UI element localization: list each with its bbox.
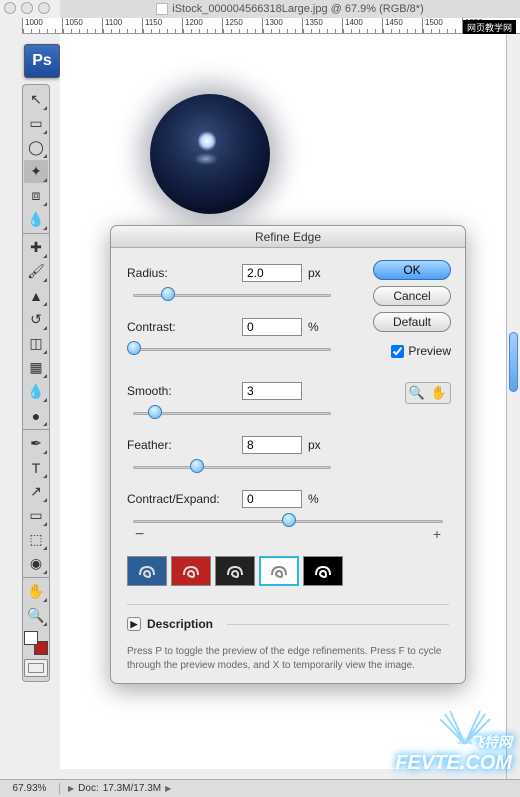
ruler-tick: 1050 (62, 18, 102, 33)
ruler-tick: 1000 (22, 18, 62, 33)
description-label: Description (147, 617, 213, 631)
contract-input[interactable] (242, 490, 302, 508)
feather-slider[interactable] (127, 458, 337, 476)
radius-slider[interactable] (127, 286, 337, 304)
preview-checkbox[interactable] (391, 345, 404, 358)
smooth-label: Smooth: (127, 384, 242, 398)
foreground-swatch[interactable] (24, 631, 38, 645)
contract-label: Contract/Expand: (127, 492, 242, 506)
ruler-tick: 1250 (222, 18, 262, 33)
ruler-tick: 1400 (342, 18, 382, 33)
brush-tool[interactable]: 🖌 (24, 260, 48, 283)
mode-reveal[interactable] (303, 556, 343, 586)
default-button[interactable]: Default (373, 312, 451, 332)
smooth-slider[interactable] (127, 404, 337, 422)
watermark-top: 网页教学网 (463, 20, 516, 35)
zoom-tool[interactable]: 🔍 (24, 604, 48, 627)
hand-tool[interactable]: ✋ (24, 580, 48, 603)
document-icon (156, 3, 168, 15)
preview-label: Preview (408, 344, 451, 358)
description-arrow-icon: ▶ (127, 617, 141, 631)
crop-tool[interactable]: ⧈ (24, 184, 48, 207)
contrast-slider[interactable] (127, 340, 337, 358)
cancel-button[interactable]: Cancel (373, 286, 451, 306)
photoshop-app-icon[interactable]: Ps (24, 44, 60, 78)
minus-icon: − (135, 526, 144, 544)
hand-preview-icon[interactable]: ✋ (429, 384, 449, 402)
doc-size: 17.3M/17.3M (103, 783, 161, 794)
radius-label: Radius: (127, 266, 242, 280)
status-menu-icon[interactable]: ▶ (165, 784, 171, 793)
healing-tool[interactable]: ✚ (24, 236, 48, 259)
ok-button[interactable]: OK (373, 260, 451, 280)
zoom-level[interactable]: 67.93% (0, 783, 60, 794)
feather-input[interactable] (242, 436, 302, 454)
ruler-tick: 1450 (382, 18, 422, 33)
preview-tools: 🔍 ✋ (405, 382, 451, 404)
doc-label: Doc: (78, 783, 99, 794)
zoom-preview-icon[interactable]: 🔍 (407, 384, 427, 402)
mode-white[interactable] (215, 556, 255, 586)
ruler-tick: 1100 (102, 18, 142, 33)
eyedropper-tool[interactable]: 💧 (24, 208, 48, 231)
contract-unit: % (308, 492, 328, 506)
tools-panel: ↖▭◯✦⧈💧✚🖌▲↺◫▦💧●✒T↗▭⬚◉✋🔍 (22, 84, 50, 682)
refine-edge-dialog: Refine Edge OK Cancel Default Preview 🔍 … (110, 225, 466, 684)
pen-tool[interactable]: ✒ (24, 432, 48, 455)
marquee-tool[interactable]: ▭ (24, 112, 48, 135)
document-titlebar: iStock_000004566318Large.jpg @ 67.9% (RG… (60, 0, 520, 18)
3d-camera-tool[interactable]: ◉ (24, 552, 48, 575)
ruler-tick: 1500 (422, 18, 462, 33)
path-tool[interactable]: ↗ (24, 480, 48, 503)
dodge-tool[interactable]: ● (24, 404, 48, 427)
zoom-window-button[interactable] (38, 2, 50, 14)
type-tool[interactable]: T (24, 456, 48, 479)
vertical-scroll-thumb[interactable] (509, 332, 518, 392)
status-bar: 67.93% ▶ Doc: 17.3M/17.3M ▶ (0, 779, 520, 797)
preview-modes (127, 556, 449, 586)
document-title: iStock_000004566318Large.jpg @ 67.9% (RG… (172, 3, 424, 15)
description-text: Press P to toggle the preview of the edg… (127, 645, 449, 673)
contrast-unit: % (308, 320, 328, 334)
wand-tool[interactable]: ✦ (24, 160, 48, 183)
blur-tool[interactable]: 💧 (24, 380, 48, 403)
smooth-input[interactable] (242, 382, 302, 400)
ruler-tick: 1300 (262, 18, 302, 33)
dialog-title: Refine Edge (111, 226, 465, 248)
mode-black[interactable] (171, 556, 211, 586)
radius-unit: px (308, 266, 328, 280)
ruler-tick: 1350 (302, 18, 342, 33)
ruler-tick: 1150 (142, 18, 182, 33)
sphere-image (150, 94, 270, 214)
description-toggle[interactable]: ▶ Description (127, 617, 449, 631)
preview-checkbox-row[interactable]: Preview (391, 344, 451, 358)
quickmask-toggle[interactable] (24, 659, 48, 677)
gradient-tool[interactable]: ▦ (24, 356, 48, 379)
mode-standard[interactable] (127, 556, 167, 586)
radius-input[interactable] (242, 264, 302, 282)
eraser-tool[interactable]: ◫ (24, 332, 48, 355)
stamp-tool[interactable]: ▲ (24, 284, 48, 307)
feather-unit: px (308, 438, 328, 452)
history-brush-tool[interactable]: ↺ (24, 308, 48, 331)
mode-mask[interactable] (259, 556, 299, 586)
vertical-scrollbar[interactable] (506, 34, 520, 779)
color-swatches[interactable] (24, 631, 48, 655)
feather-label: Feather: (127, 438, 242, 452)
ruler-tick: 1200 (182, 18, 222, 33)
3d-tool[interactable]: ⬚ (24, 528, 48, 551)
shape-tool[interactable]: ▭ (24, 504, 48, 527)
horizontal-ruler: 1000105011001150120012501300135014001450… (22, 18, 520, 34)
plus-icon: + (433, 526, 441, 542)
status-arrow-icon[interactable]: ▶ (68, 784, 74, 793)
contrast-input[interactable] (242, 318, 302, 336)
minimize-window-button[interactable] (21, 2, 33, 14)
lasso-tool[interactable]: ◯ (24, 136, 48, 159)
window-controls (4, 2, 50, 14)
close-window-button[interactable] (4, 2, 16, 14)
contract-slider[interactable]: − + (127, 512, 449, 542)
contrast-label: Contrast: (127, 320, 242, 334)
move-tool[interactable]: ↖ (24, 88, 48, 111)
